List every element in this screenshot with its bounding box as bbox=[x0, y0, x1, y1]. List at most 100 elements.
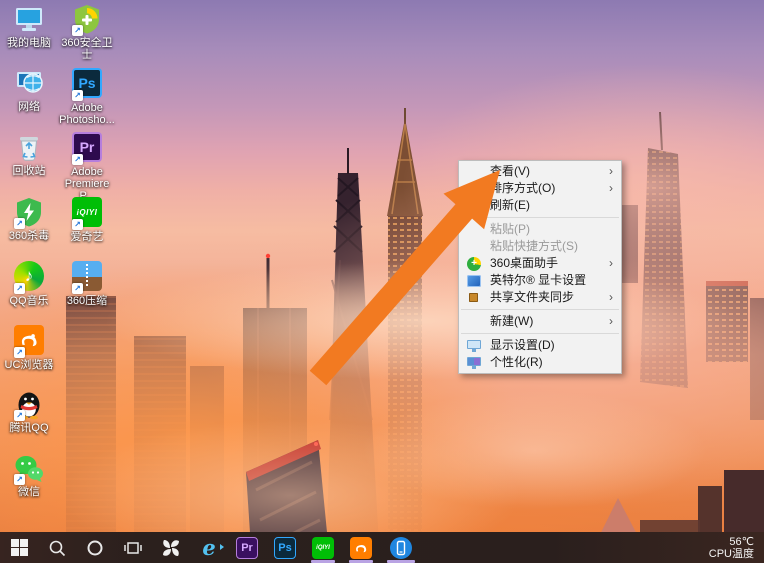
desktop-icon-photoshop[interactable]: Ps ↗ Adobe Photosho... bbox=[58, 67, 116, 126]
cpu-temperature-value: 56℃ bbox=[729, 535, 754, 548]
internet-explorer-button[interactable]: e bbox=[190, 532, 228, 563]
desktop-icon-360-antivirus[interactable]: ↗ 360杀毒 bbox=[0, 196, 58, 242]
360-zip-icon: ↗ bbox=[71, 261, 103, 294]
shortcut-arrow-icon: ↗ bbox=[72, 25, 83, 36]
360-safe-guard-icon: ↗ bbox=[71, 3, 103, 36]
shortcut-arrow-icon: ↗ bbox=[72, 283, 83, 294]
desktop-icon-qq-music[interactable]: ♪ ↗ QQ音乐 bbox=[0, 260, 58, 307]
uc-browser-taskbar-button[interactable] bbox=[342, 532, 380, 563]
shared-folder-sync-icon bbox=[467, 290, 482, 305]
windows-logo-icon bbox=[10, 539, 28, 556]
shortcut-arrow-icon: ↗ bbox=[72, 90, 83, 101]
icon-label: 360安全卫士 bbox=[61, 37, 113, 61]
display-settings-icon bbox=[467, 338, 482, 353]
search-button[interactable] bbox=[38, 532, 76, 563]
desktop-icon-uc-browser[interactable]: ↗ UC浏览器 bbox=[0, 324, 58, 371]
menu-separator bbox=[461, 217, 619, 218]
premiere-icon: Pr ↗ bbox=[71, 132, 103, 165]
phone-icon bbox=[390, 536, 412, 559]
menu-item-personalize[interactable]: 个性化(R) bbox=[459, 354, 621, 371]
submenu-arrow-icon: › bbox=[609, 164, 613, 178]
submenu-arrow-icon: › bbox=[609, 256, 613, 270]
search-icon bbox=[49, 540, 66, 556]
task-view-button[interactable] bbox=[114, 532, 152, 563]
icon-label: 微信 bbox=[18, 486, 40, 498]
360-browser-button[interactable] bbox=[152, 532, 190, 563]
menu-item-sort-by[interactable]: 排序方式(O) › bbox=[459, 180, 621, 197]
photoshop-icon: Ps bbox=[274, 536, 296, 559]
icon-label: 我的电脑 bbox=[7, 37, 51, 49]
submenu-arrow-icon: › bbox=[609, 314, 613, 328]
360-assistant-icon: + bbox=[467, 256, 482, 271]
network-icon bbox=[13, 67, 45, 99]
pinwheel-icon bbox=[163, 539, 179, 556]
shortcut-arrow-icon: ↗ bbox=[14, 283, 25, 294]
icon-label: 网络 bbox=[18, 101, 40, 113]
cpu-temperature-widget[interactable]: 56℃ CPU温度 bbox=[709, 536, 764, 560]
premiere-taskbar-button[interactable]: Pr bbox=[228, 532, 266, 563]
menu-separator bbox=[461, 309, 619, 310]
intel-graphics-icon bbox=[467, 273, 482, 288]
cortana-icon bbox=[87, 540, 103, 555]
shortcut-arrow-icon: ↗ bbox=[14, 347, 25, 358]
iqiyi-taskbar-button[interactable]: iQIYI bbox=[304, 532, 342, 563]
desktop-icon-premiere[interactable]: Pr ↗ Adobe Premiere P... bbox=[58, 131, 116, 202]
menu-item-360-desktop-assistant[interactable]: + 360桌面助手 › bbox=[459, 255, 621, 272]
desktop-icon-wechat[interactable]: ↗ 微信 bbox=[0, 452, 58, 498]
shortcut-arrow-icon: ↗ bbox=[14, 218, 25, 229]
shortcut-arrow-icon: ↗ bbox=[72, 219, 83, 230]
premiere-icon: Pr bbox=[236, 536, 258, 559]
shortcut-arrow-icon: ↗ bbox=[72, 154, 83, 165]
cpu-temperature-label: CPU温度 bbox=[708, 547, 754, 560]
360-antivirus-icon: ↗ bbox=[13, 196, 45, 229]
taskbar: e Pr Ps iQIYI 56℃ CPU温度 bbox=[0, 532, 764, 563]
tencent-qq-icon: ↗ bbox=[13, 388, 45, 421]
icon-label: Adobe Photosho... bbox=[59, 102, 115, 126]
desktop-icon-recycle-bin[interactable]: 回收站 bbox=[0, 131, 58, 177]
recycle-bin-icon bbox=[13, 131, 45, 163]
iqiyi-icon: iQIYI ↗ bbox=[71, 197, 103, 230]
desktop-icon-iqiyi[interactable]: iQIYI ↗ 爱奇艺 bbox=[58, 196, 116, 243]
shortcut-arrow-icon: ↗ bbox=[14, 474, 25, 485]
wechat-icon: ↗ bbox=[13, 452, 45, 485]
windows-desktop: 我的电脑 网络 回收站 ↗ 360杀毒 ♪ ↗ QQ音乐 ↗ UC浏览器 ↗ 腾… bbox=[0, 0, 764, 563]
icon-label: 回收站 bbox=[12, 165, 46, 177]
ie-notification-arrow-icon bbox=[220, 544, 224, 550]
menu-item-intel-graphics-settings[interactable]: 英特尔® 显卡设置 bbox=[459, 272, 621, 289]
submenu-arrow-icon: › bbox=[609, 290, 613, 304]
uc-browser-icon: ↗ bbox=[13, 325, 45, 358]
desktop-context-menu: 查看(V) › 排序方式(O) › 刷新(E) 粘贴(P) 粘贴快捷方式(S) … bbox=[458, 160, 622, 374]
my-computer-icon bbox=[13, 3, 45, 35]
shortcut-arrow-icon: ↗ bbox=[14, 410, 25, 421]
menu-item-display-settings[interactable]: 显示设置(D) bbox=[459, 337, 621, 354]
photoshop-taskbar-button[interactable]: Ps bbox=[266, 532, 304, 563]
desktop-icon-360-safe-guard[interactable]: ↗ 360安全卫士 bbox=[58, 3, 116, 61]
menu-item-new[interactable]: 新建(W) › bbox=[459, 313, 621, 330]
menu-item-paste[interactable]: 粘贴(P) bbox=[459, 221, 621, 238]
menu-item-paste-shortcut[interactable]: 粘贴快捷方式(S) bbox=[459, 238, 621, 255]
desktop-icon-my-computer[interactable]: 我的电脑 bbox=[0, 3, 58, 49]
menu-separator bbox=[461, 333, 619, 334]
desktop-icon-network[interactable]: 网络 bbox=[0, 67, 58, 113]
icon-label: UC浏览器 bbox=[4, 359, 54, 371]
uc-browser-icon bbox=[350, 536, 372, 559]
desktop-icon-360-zip[interactable]: ↗ 360压缩 bbox=[58, 260, 116, 307]
phone-app-taskbar-button[interactable] bbox=[380, 532, 422, 563]
iqiyi-icon: iQIYI bbox=[312, 536, 334, 559]
desktop-icon-tencent-qq[interactable]: ↗ 腾讯QQ bbox=[0, 388, 58, 434]
submenu-arrow-icon: › bbox=[609, 181, 613, 195]
menu-item-refresh[interactable]: 刷新(E) bbox=[459, 197, 621, 214]
icon-label: 腾讯QQ bbox=[9, 422, 49, 434]
icon-label: 360压缩 bbox=[66, 295, 108, 307]
icon-label: 360杀毒 bbox=[8, 230, 50, 242]
start-button[interactable] bbox=[0, 532, 38, 563]
internet-explorer-icon: e bbox=[202, 534, 216, 560]
qq-music-icon: ♪ ↗ bbox=[13, 261, 45, 294]
menu-item-shared-folder-sync[interactable]: 共享文件夹同步 › bbox=[459, 289, 621, 306]
cortana-button[interactable] bbox=[76, 532, 114, 563]
photoshop-icon: Ps ↗ bbox=[71, 68, 103, 101]
task-view-icon bbox=[124, 541, 142, 554]
personalize-icon bbox=[467, 355, 482, 370]
menu-item-view[interactable]: 查看(V) › bbox=[459, 163, 621, 180]
icon-label: QQ音乐 bbox=[9, 295, 49, 307]
